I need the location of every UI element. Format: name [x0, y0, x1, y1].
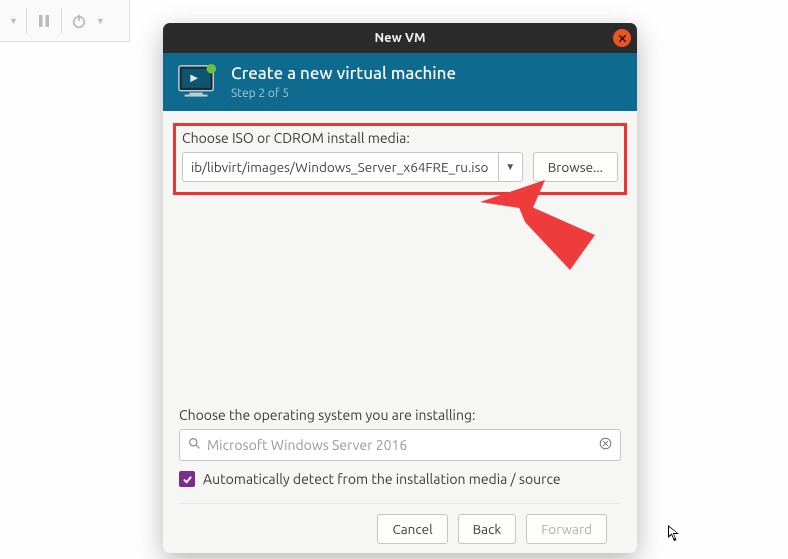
- back-button[interactable]: Back: [458, 514, 517, 544]
- cancel-button[interactable]: Cancel: [377, 514, 447, 544]
- titlebar[interactable]: New VM: [163, 23, 637, 53]
- search-icon: [188, 437, 201, 453]
- new-vm-dialog: New VM Create a new virtual machine Step…: [163, 23, 637, 553]
- host-toolbar: ▼ ▼: [0, 0, 130, 42]
- wizard-header: Create a new virtual machine Step 2 of 5: [163, 53, 637, 111]
- checkbox-checked-icon[interactable]: [179, 471, 195, 487]
- os-value: Microsoft Windows Server 2016: [207, 437, 407, 453]
- dialog-footer: Cancel Back Forward: [179, 503, 621, 553]
- media-label: Choose ISO or CDROM install media:: [182, 130, 618, 146]
- autodetect-checkbox-row[interactable]: Automatically detect from the installati…: [179, 471, 621, 487]
- browse-button[interactable]: Browse...: [533, 152, 618, 182]
- cursor-icon: [667, 524, 681, 546]
- header-step: Step 2 of 5: [231, 87, 456, 100]
- separator: [61, 8, 62, 34]
- pause-button[interactable]: [32, 9, 56, 33]
- header-title: Create a new virtual machine: [231, 64, 456, 84]
- iso-path-value: ib/libvirt/images/Windows_Server_x64FRE_…: [183, 159, 498, 175]
- os-label: Choose the operating system you are inst…: [179, 407, 621, 423]
- dialog-content: Choose ISO or CDROM install media: ib/li…: [163, 111, 637, 553]
- clear-icon[interactable]: [599, 437, 612, 453]
- monitor-icon: [177, 63, 219, 101]
- forward-button: Forward: [526, 514, 607, 544]
- chevron-down-icon[interactable]: ▼: [6, 16, 21, 26]
- chevron-down-icon[interactable]: ▼: [93, 16, 108, 26]
- power-button[interactable]: [67, 9, 91, 33]
- autodetect-label: Automatically detect from the installati…: [203, 471, 561, 487]
- separator: [26, 8, 27, 34]
- close-button[interactable]: [613, 29, 631, 47]
- annotation-highlight: Choose ISO or CDROM install media: ib/li…: [173, 123, 627, 195]
- window-title: New VM: [374, 31, 425, 45]
- os-search-input[interactable]: Microsoft Windows Server 2016: [179, 429, 621, 461]
- chevron-down-icon[interactable]: ▼: [498, 153, 522, 181]
- iso-path-combo[interactable]: ib/libvirt/images/Windows_Server_x64FRE_…: [182, 152, 523, 182]
